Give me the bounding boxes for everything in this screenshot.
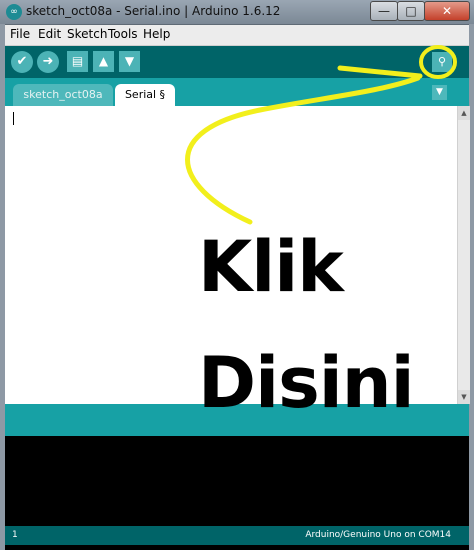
maximize-button[interactable]: □ xyxy=(397,1,425,21)
tab-menu-chevron-down-icon[interactable]: ▼ xyxy=(432,85,447,100)
open-sketch-icon[interactable]: ▲ xyxy=(93,51,114,72)
minimize-button[interactable]: — xyxy=(370,1,398,21)
arduino-icon: ∞ xyxy=(6,4,22,20)
verify-icon[interactable]: ✔ xyxy=(11,51,33,73)
scroll-down-arrow-icon[interactable]: ▼ xyxy=(458,390,470,404)
save-sketch-icon[interactable]: ▼ xyxy=(119,51,140,72)
menu-edit[interactable]: Edit xyxy=(38,27,61,41)
console-output[interactable] xyxy=(5,436,469,526)
annotation-text-klik: Klik xyxy=(198,226,344,308)
tab-bar: sketch_oct08a Serial § ▼ xyxy=(5,78,469,106)
toolbar: ✔ ➜ ▤ ▲ ▼ ⚲ xyxy=(5,46,469,78)
status-bar: 1 Arduino/Genuino Uno on COM14 xyxy=(5,526,469,545)
serial-monitor-icon[interactable]: ⚲ xyxy=(432,52,452,72)
tab-sketch-oct08a[interactable]: sketch_oct08a xyxy=(13,84,113,106)
board-port-info: Arduino/Genuino Uno on COM14 xyxy=(305,530,451,540)
close-button[interactable]: ✕ xyxy=(424,1,470,21)
line-number: 1 xyxy=(12,530,18,540)
menu-sketch[interactable]: Sketch xyxy=(67,27,107,41)
window-titlebar[interactable]: ∞ sketch_oct08a - Serial.ino | Arduino 1… xyxy=(0,0,474,25)
menu-bar: File Edit Sketch Tools Help xyxy=(5,25,469,46)
menu-help[interactable]: Help xyxy=(143,27,170,41)
text-cursor xyxy=(13,112,14,125)
annotation-text-disini: Disini xyxy=(198,342,415,424)
menu-file[interactable]: File xyxy=(10,27,30,41)
tab-serial[interactable]: Serial § xyxy=(115,84,175,106)
window-title: sketch_oct08a - Serial.ino | Arduino 1.6… xyxy=(26,4,281,18)
editor-scrollbar[interactable]: ▲ ▼ xyxy=(457,106,470,404)
menu-tools[interactable]: Tools xyxy=(108,27,138,41)
new-sketch-icon[interactable]: ▤ xyxy=(67,51,88,72)
scroll-up-arrow-icon[interactable]: ▲ xyxy=(458,106,470,120)
upload-icon[interactable]: ➜ xyxy=(37,51,59,73)
